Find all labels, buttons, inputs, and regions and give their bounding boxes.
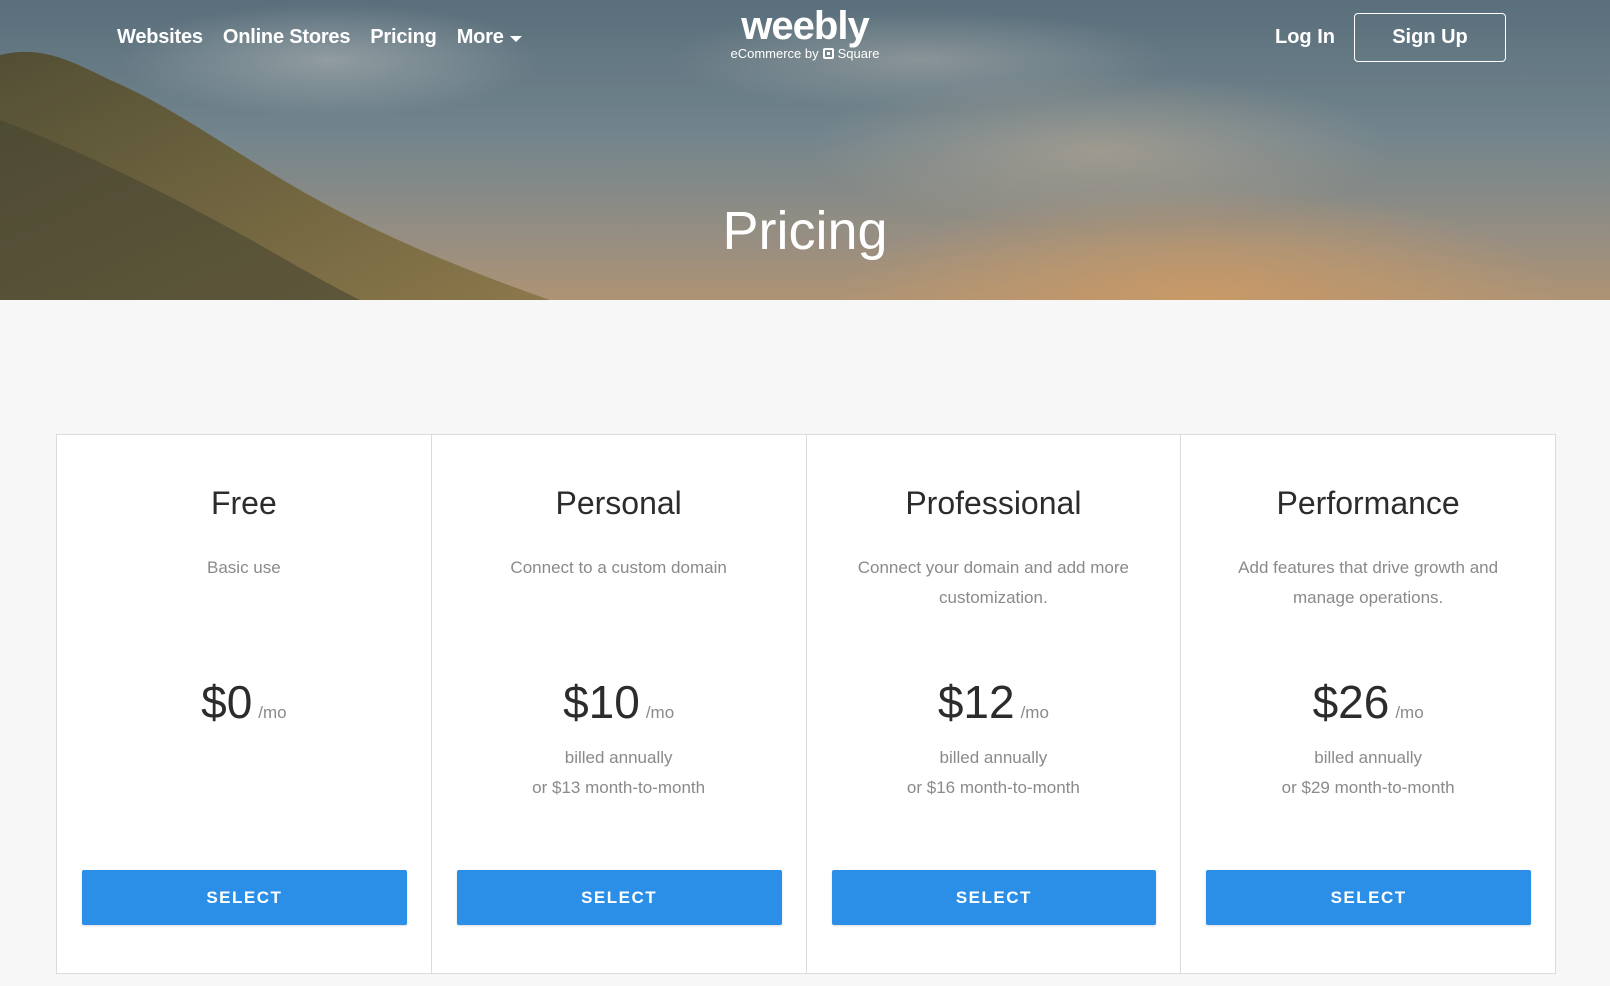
billing-monthly: or $13 month-to-month — [532, 778, 706, 797]
price-unit: /mo — [645, 703, 675, 722]
billing-annual: billed annually — [939, 748, 1048, 767]
plan-card-professional: Professional Connect your domain and add… — [807, 435, 1182, 973]
plan-description: Basic use — [207, 558, 281, 577]
plan-name: Personal — [555, 485, 682, 521]
billing-annual: billed annually — [1314, 748, 1422, 767]
price-unit: /mo — [1020, 703, 1049, 722]
plan-description: Add features that drive growth and manag… — [1238, 558, 1499, 607]
hero-banner: Websites Online Stores Pricing More weeb… — [0, 0, 1610, 300]
plan-price: $12 /mo — [807, 675, 1181, 729]
price-amount: $12 — [937, 676, 1015, 728]
plan-name: Professional — [905, 485, 1082, 521]
billing-info: billed annually or $29 month-to-month — [1181, 743, 1555, 803]
plan-price: $10 /mo — [432, 675, 806, 729]
pricing-plans: Free Basic use $0 /mo SELECT Personal Co… — [56, 434, 1556, 974]
login-link[interactable]: Log In — [1275, 26, 1335, 49]
plan-name: Free — [210, 485, 277, 521]
billing-info: billed annually or $13 month-to-month — [432, 743, 806, 803]
plan-price: $0 /mo — [57, 675, 431, 729]
signup-button[interactable]: Sign Up — [1354, 13, 1506, 62]
plan-description: Connect your domain and add more customi… — [857, 558, 1129, 607]
price-amount: $0 — [201, 676, 253, 728]
select-professional-button[interactable]: SELECT — [831, 870, 1157, 925]
price-unit: /mo — [1395, 703, 1424, 722]
plan-price: $26 /mo — [1181, 675, 1555, 729]
plan-name: Performance — [1276, 485, 1460, 521]
plan-description: Connect to a custom domain — [510, 558, 727, 577]
price-amount: $10 — [563, 676, 640, 728]
select-personal-button[interactable]: SELECT — [456, 870, 782, 925]
price-amount: $26 — [1312, 676, 1390, 728]
plan-card-performance: Performance Add features that drive grow… — [1181, 435, 1555, 973]
plan-card-personal: Personal Connect to a custom domain $10 … — [432, 435, 807, 973]
select-performance-button[interactable]: SELECT — [1206, 870, 1531, 925]
billing-monthly: or $16 month-to-month — [906, 778, 1080, 797]
billing-info: billed annually or $16 month-to-month — [807, 743, 1181, 803]
billing-annual: billed annually — [564, 748, 673, 767]
select-free-button[interactable]: SELECT — [82, 870, 407, 925]
plan-card-free: Free Basic use $0 /mo SELECT — [57, 435, 432, 973]
page-title: Pricing — [722, 201, 888, 262]
price-unit: /mo — [258, 703, 287, 722]
square-logo-icon — [822, 48, 834, 59]
billing-monthly: or $29 month-to-month — [1281, 778, 1455, 797]
